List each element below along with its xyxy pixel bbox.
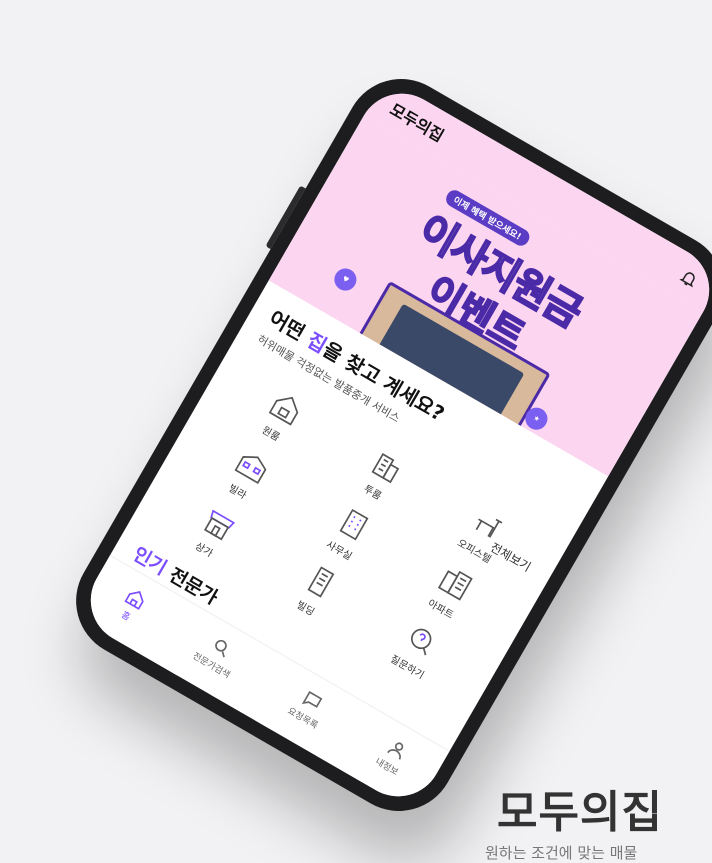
category-label: 원룸 xyxy=(259,425,282,444)
tab-home[interactable]: 홈 xyxy=(114,585,149,626)
phone-mockup: 모두의집 이제 혜택 받으세요! 이사지원금 이벤트 ♥ ★ 어떤 집을 찾고 … xyxy=(55,58,712,832)
promo-tagline: 원하는 조건에 맞는 매물 xyxy=(485,844,638,862)
category-label: 빌딩 xyxy=(294,599,316,619)
phone-screen: 모두의집 이제 혜택 받으세요! 이사지원금 이벤트 ♥ ★ 어떤 집을 찾고 … xyxy=(74,77,712,813)
category-label: 투룸 xyxy=(361,483,383,503)
tab-label: 홈 xyxy=(119,610,132,624)
promo-brand-title: 모두의집 xyxy=(497,787,663,838)
tab-my-info[interactable]: 내정보 xyxy=(373,734,413,778)
tab-request-list[interactable]: 요청목록 xyxy=(286,684,333,731)
tab-expert-search[interactable]: 전문가검색 xyxy=(191,629,245,681)
bell-icon[interactable] xyxy=(677,266,702,291)
category-label: 상가 xyxy=(192,541,215,560)
category-label: 빌라 xyxy=(226,483,248,502)
